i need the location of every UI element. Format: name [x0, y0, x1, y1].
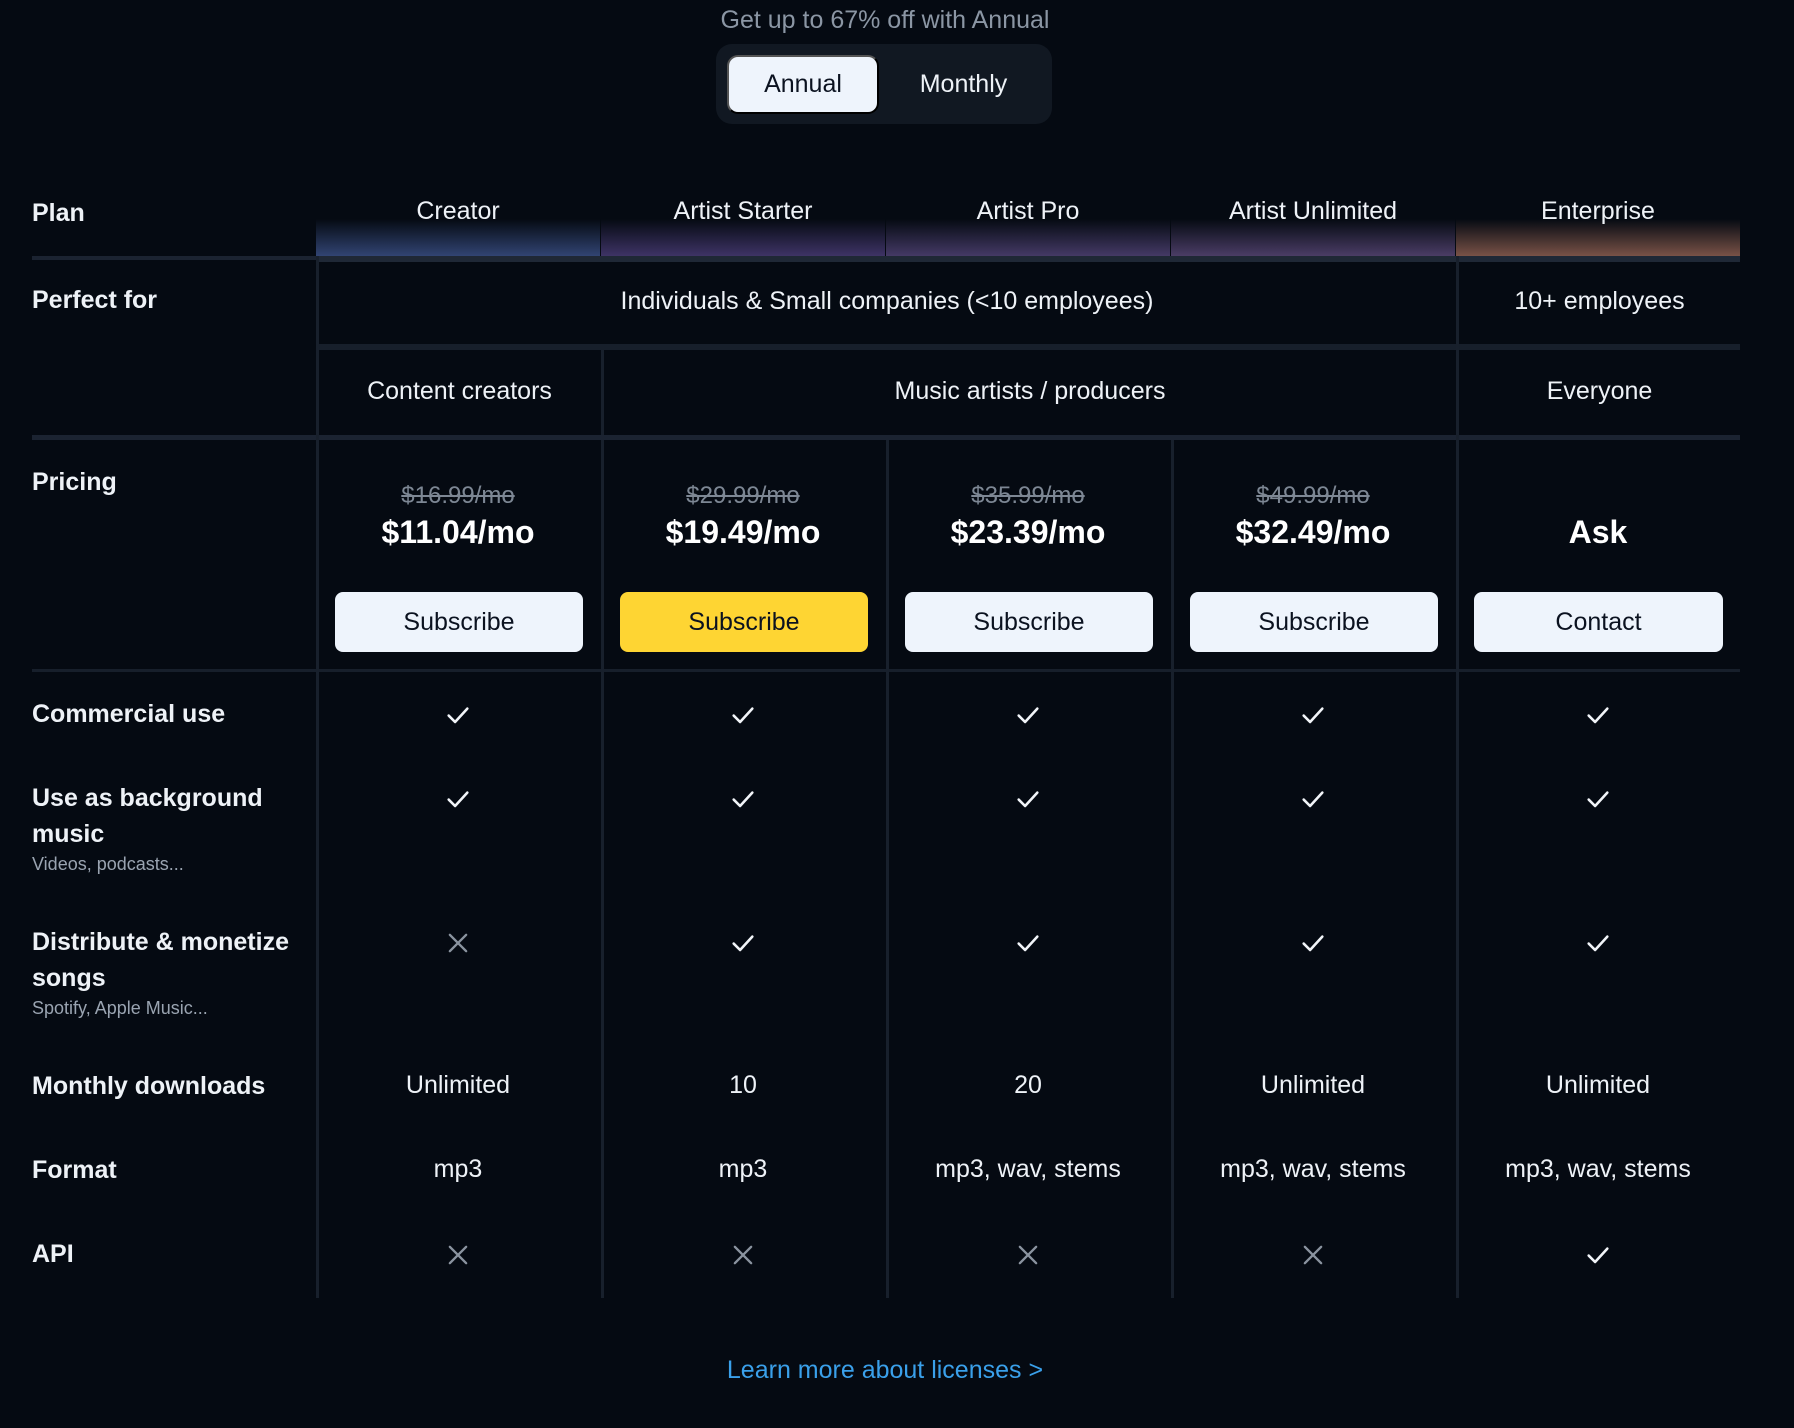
discounted-price: $11.04/mo — [381, 514, 535, 550]
column-divider — [1456, 256, 1459, 1298]
audience-everyone: Everyone — [1546, 377, 1653, 405]
divider — [316, 256, 1740, 262]
original-price: $35.99/mo — [971, 482, 1085, 509]
api-label: API — [32, 1240, 74, 1268]
enterprise-price: Ask — [1568, 514, 1628, 550]
distribute-sublabel: Spotify, Apple Music... — [32, 998, 208, 1018]
check-icon — [601, 701, 885, 731]
check-icon — [886, 785, 1170, 815]
discounted-price: $19.49/mo — [665, 514, 821, 550]
format-label: Format — [32, 1156, 117, 1184]
check-icon — [1456, 785, 1740, 815]
background-music-label: Use as background music Videos, podcasts… — [32, 780, 302, 876]
subscribe-artist-pro-button[interactable]: Subscribe — [905, 592, 1153, 652]
learn-more-licenses-link[interactable]: Learn more about licenses > — [0, 1356, 1770, 1385]
billing-toggle: Annual Monthly — [716, 44, 1052, 124]
plan-header-artist-unlimited: Artist Unlimited — [1171, 195, 1455, 257]
check-icon — [1171, 929, 1455, 959]
check-icon — [886, 929, 1170, 959]
format-value: mp3, wav, stems — [1220, 1155, 1406, 1183]
audience-group-large: 10+ employees — [1514, 287, 1685, 315]
original-price: $16.99/mo — [401, 482, 515, 509]
original-price: $29.99/mo — [686, 482, 800, 509]
check-icon — [1456, 929, 1740, 959]
format-value: mp3 — [433, 1155, 483, 1183]
plan-header-enterprise: Enterprise — [1456, 195, 1740, 257]
subscribe-creator-button[interactable]: Subscribe — [335, 592, 583, 652]
check-icon — [1171, 701, 1455, 731]
format-value: mp3, wav, stems — [935, 1155, 1121, 1183]
contact-enterprise-button[interactable]: Contact — [1474, 592, 1723, 652]
check-icon — [1456, 701, 1740, 731]
check-icon — [1171, 785, 1455, 815]
cross-icon — [316, 929, 600, 959]
original-price: $49.99/mo — [1256, 482, 1370, 509]
annual-toggle-button[interactable]: Annual — [727, 55, 879, 114]
check-icon — [601, 785, 885, 815]
discounted-price: $32.49/mo — [1235, 514, 1391, 550]
check-icon — [316, 701, 600, 731]
plan-row-label: Plan — [32, 199, 85, 227]
promo-tagline: Get up to 67% off with Annual — [720, 6, 1050, 34]
format-value: mp3 — [718, 1155, 768, 1183]
audience-content-creators: Content creators — [367, 377, 552, 405]
perfect-for-label: Perfect for — [32, 286, 158, 314]
downloads-value: 20 — [1014, 1071, 1042, 1099]
downloads-value: 10 — [729, 1071, 757, 1099]
cross-icon — [886, 1241, 1170, 1271]
check-icon — [316, 785, 600, 815]
column-divider — [316, 256, 319, 1298]
pricing-label: Pricing — [32, 468, 117, 496]
divider — [318, 344, 1740, 350]
format-value: mp3, wav, stems — [1505, 1155, 1691, 1183]
check-icon — [601, 929, 885, 959]
check-icon — [886, 701, 1170, 731]
plan-header-artist-starter: Artist Starter — [601, 195, 885, 257]
distribute-label: Distribute & monetize songs Spotify, App… — [32, 924, 302, 1020]
plan-header-creator: Creator — [316, 195, 600, 257]
subscribe-artist-unlimited-button[interactable]: Subscribe — [1190, 592, 1438, 652]
background-music-sublabel: Videos, podcasts... — [32, 854, 184, 874]
commercial-use-label: Commercial use — [32, 700, 226, 728]
monthly-downloads-label: Monthly downloads — [32, 1072, 266, 1100]
discounted-price: $23.39/mo — [950, 514, 1106, 550]
downloads-value: Unlimited — [405, 1071, 511, 1099]
check-icon — [1456, 1241, 1740, 1271]
cross-icon — [1171, 1241, 1455, 1271]
downloads-value: Unlimited — [1545, 1071, 1651, 1099]
cross-icon — [601, 1241, 885, 1271]
monthly-toggle-button[interactable]: Monthly — [886, 55, 1041, 114]
audience-music-artists: Music artists / producers — [894, 377, 1166, 405]
cross-icon — [316, 1241, 600, 1271]
subscribe-artist-starter-button[interactable]: Subscribe — [620, 592, 868, 652]
plan-header-artist-pro: Artist Pro — [886, 195, 1170, 257]
downloads-value: Unlimited — [1260, 1071, 1366, 1099]
divider — [32, 256, 316, 260]
audience-group-small: Individuals & Small companies (<10 emplo… — [620, 287, 1154, 315]
